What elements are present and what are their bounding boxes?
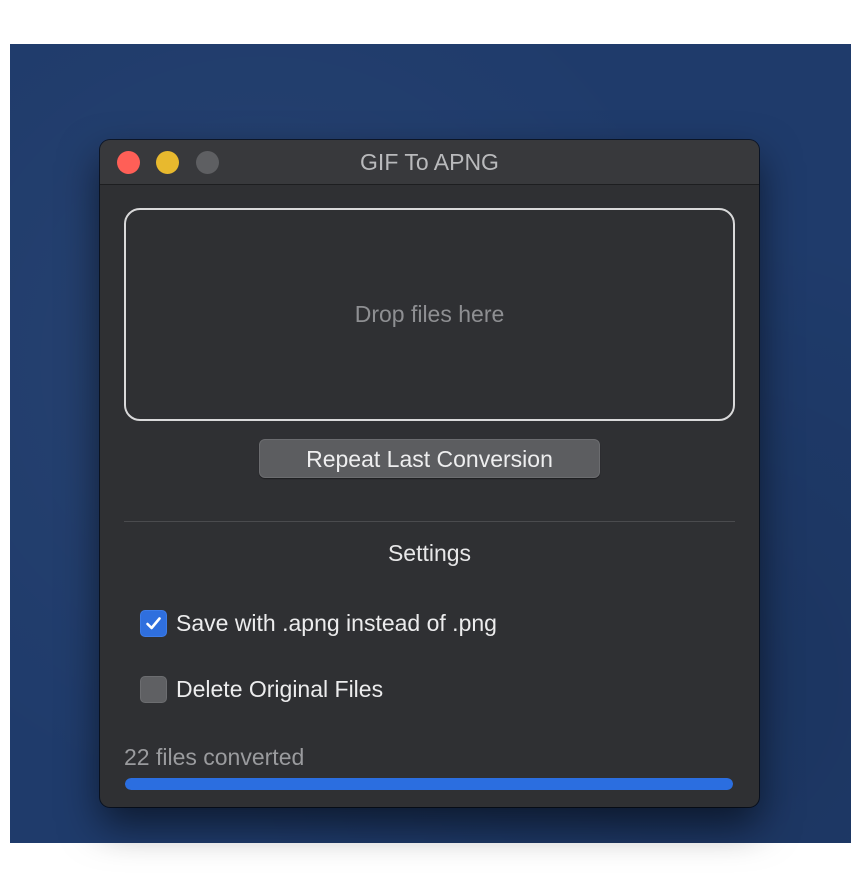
- window-title: GIF To APNG: [360, 149, 499, 175]
- settings-heading: Settings: [387, 540, 472, 566]
- save-apng-label: Save with .apng instead of .png: [176, 609, 497, 636]
- delete-originals-label: Delete Original Files: [176, 675, 384, 702]
- repeat-last-conversion-button[interactable]: Repeat Last Conversion: [259, 439, 600, 478]
- section-divider: [124, 521, 735, 522]
- drop-zone[interactable]: Drop files here: [124, 208, 735, 421]
- delete-originals-checkbox[interactable]: [140, 675, 167, 703]
- progress-bar-fill: [125, 778, 733, 790]
- desktop-background: GIF To APNG Drop files here Repeat Last …: [10, 44, 851, 843]
- save-apng-checkbox[interactable]: [140, 609, 167, 637]
- status-text: 22 files converted: [124, 744, 305, 770]
- checkmark-icon: [146, 616, 161, 629]
- drop-zone-label: Drop files here: [354, 301, 505, 327]
- app-window: GIF To APNG Drop files here Repeat Last …: [100, 140, 759, 807]
- progress-bar: [125, 778, 733, 790]
- title-bar[interactable]: GIF To APNG: [100, 140, 759, 185]
- save-apng-option[interactable]: Save with .apng instead of .png: [140, 608, 497, 638]
- delete-originals-option[interactable]: Delete Original Files: [140, 674, 383, 704]
